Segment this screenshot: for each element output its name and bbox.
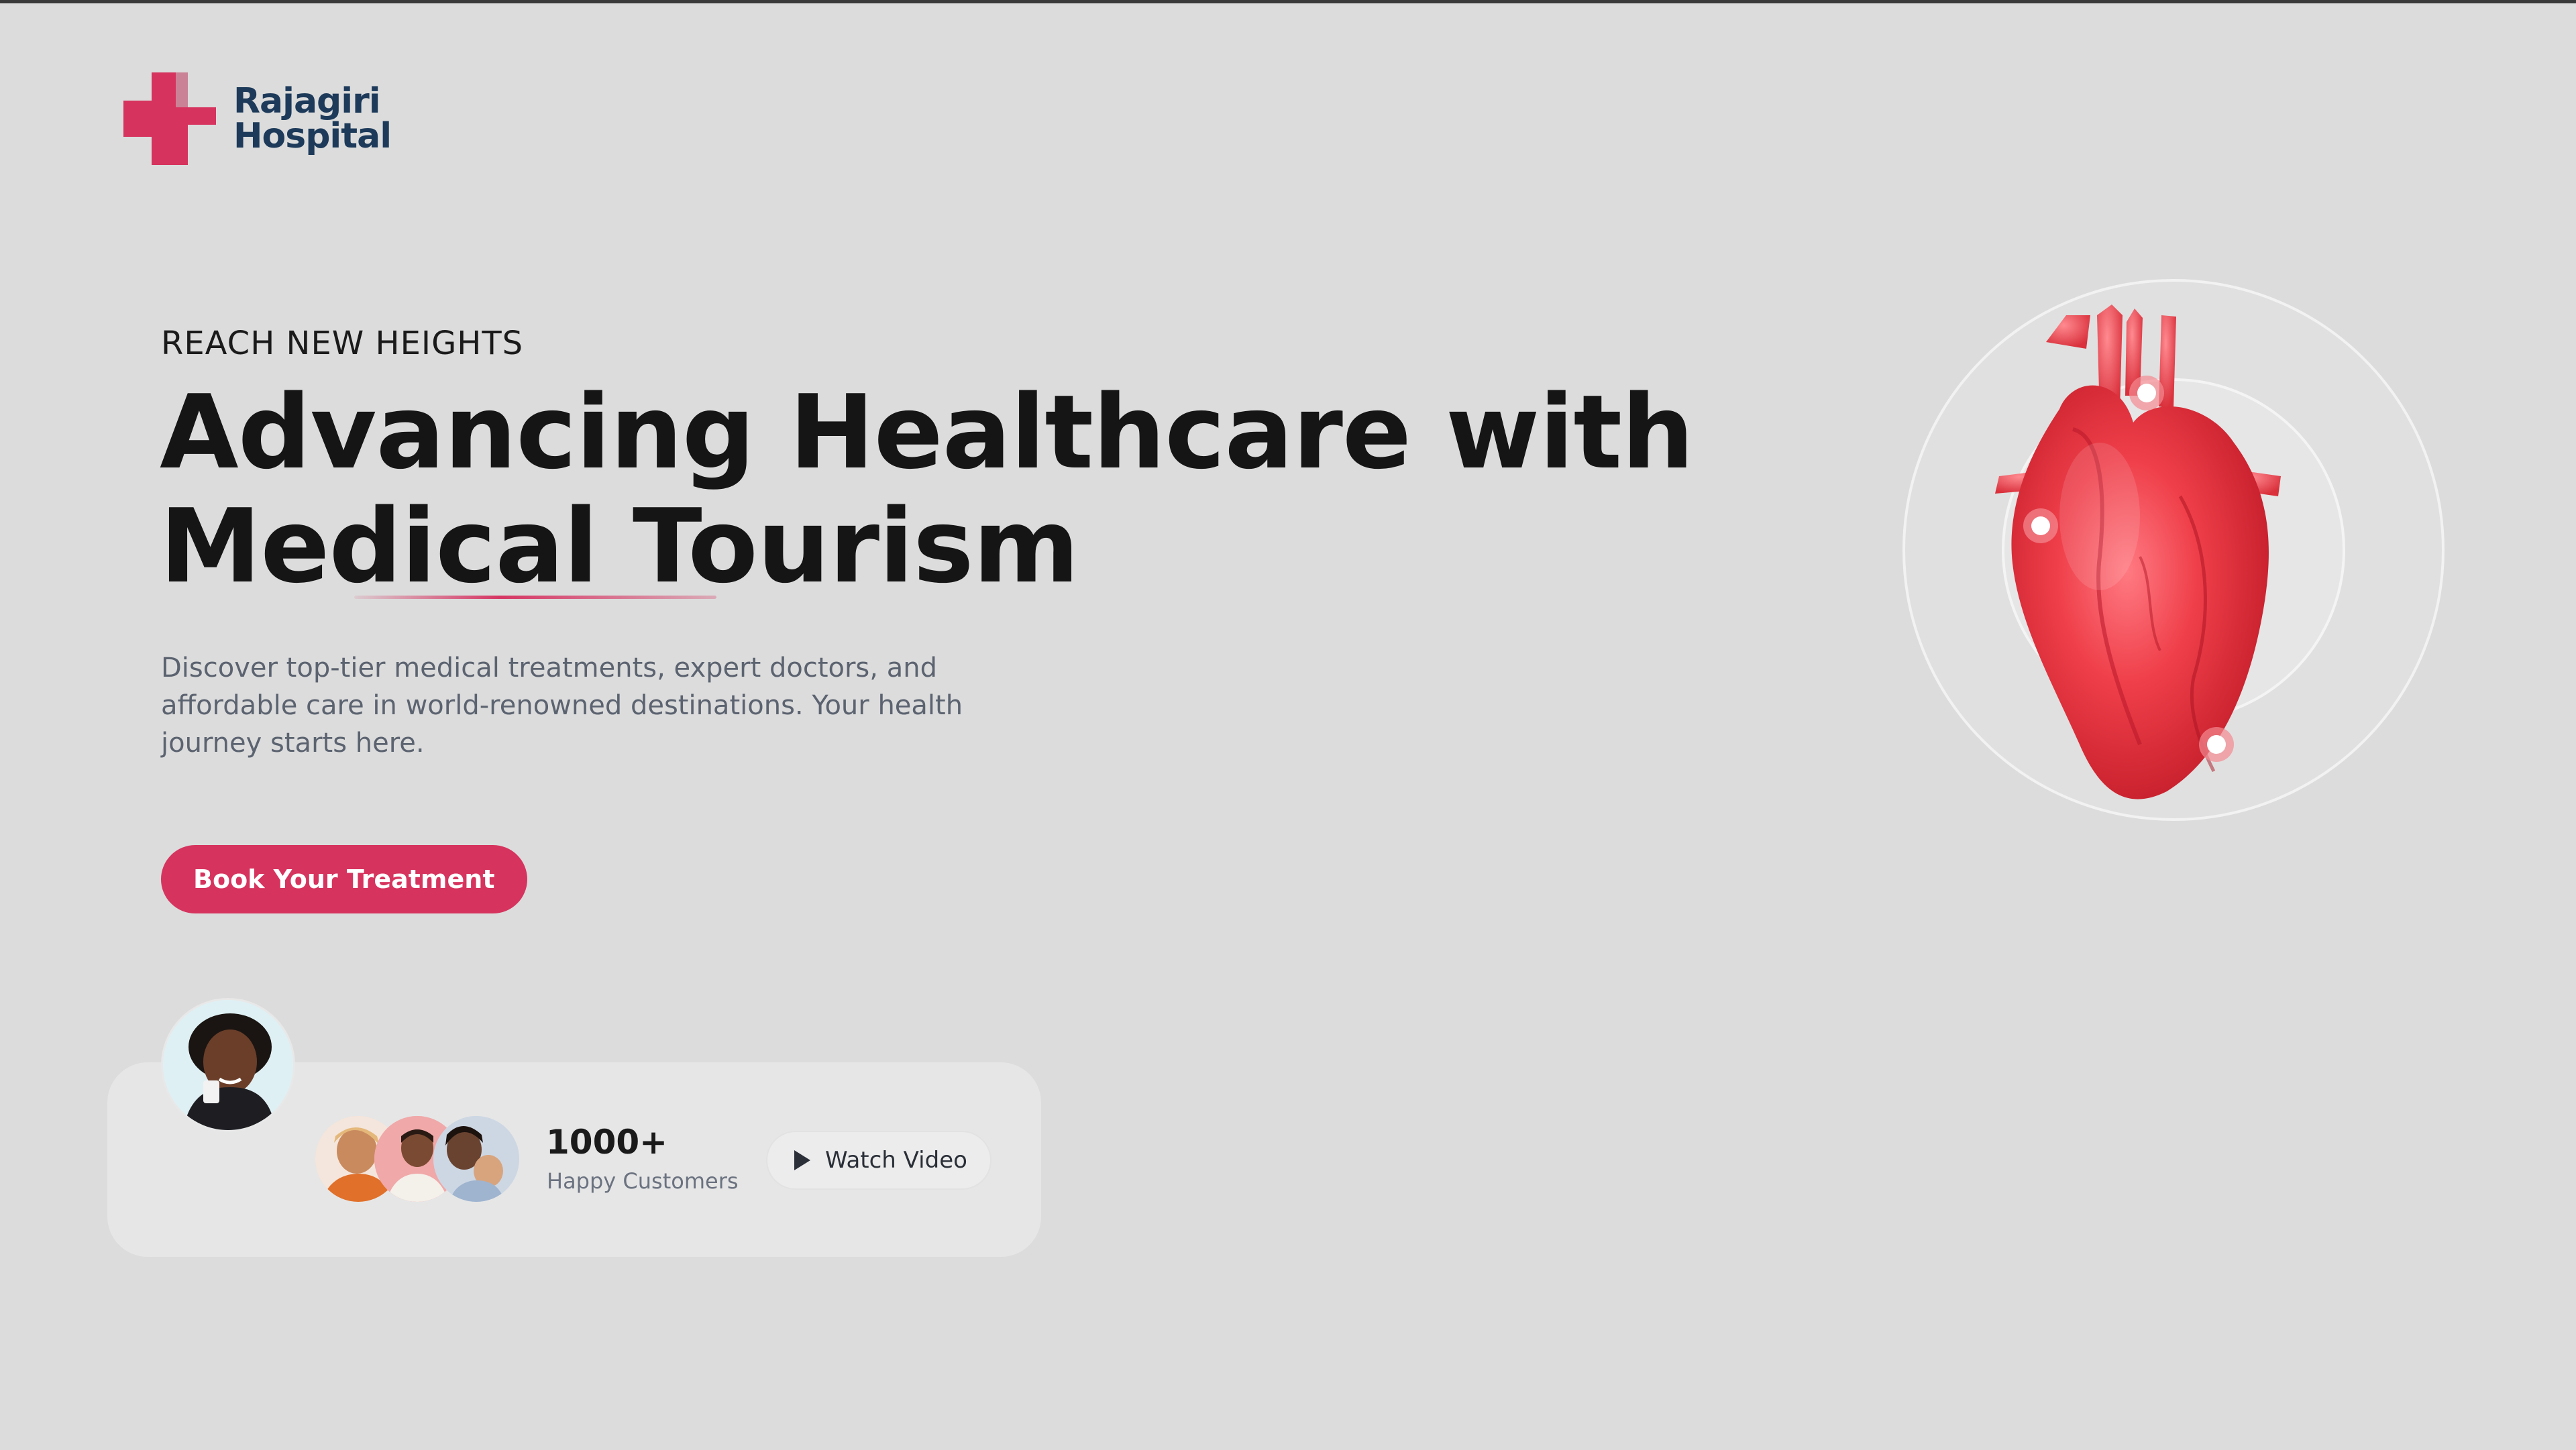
medical-cross-icon — [121, 70, 219, 168]
customer-avatars — [315, 1116, 523, 1203]
play-icon — [794, 1150, 810, 1170]
customers-count: 1000+ — [546, 1123, 668, 1162]
logo-wordmark: Rajagiri Hospital — [233, 81, 392, 156]
logo-line-2: Hospital — [233, 116, 392, 156]
book-treatment-button[interactable]: Book Your Treatment — [161, 845, 527, 913]
logo-line-1: Rajagiri — [233, 81, 381, 121]
headline-line-1: Advancing Healthcare with — [160, 373, 1694, 492]
hero-description: Discover top-tier medical treatments, ex… — [161, 653, 963, 759]
hero-headline: Advancing Healthcare with Medical Touris… — [160, 373, 1694, 606]
featured-customer-avatar — [161, 998, 295, 1132]
hospital-logo[interactable]: Rajagiri Hospital — [121, 70, 392, 168]
headline-underline — [354, 596, 716, 599]
customers-label: Happy Customers — [547, 1168, 739, 1194]
watch-video-button[interactable]: Watch Video — [766, 1131, 991, 1190]
hero-eyebrow: REACH NEW HEIGHTS — [161, 325, 524, 362]
watch-video-label: Watch Video — [825, 1147, 967, 1174]
customer-avatar — [433, 1116, 519, 1202]
headline-line-2: Medical Tourism — [160, 487, 1079, 606]
heart-illustration — [1898, 275, 2449, 825]
window-top-border — [0, 0, 2576, 3]
